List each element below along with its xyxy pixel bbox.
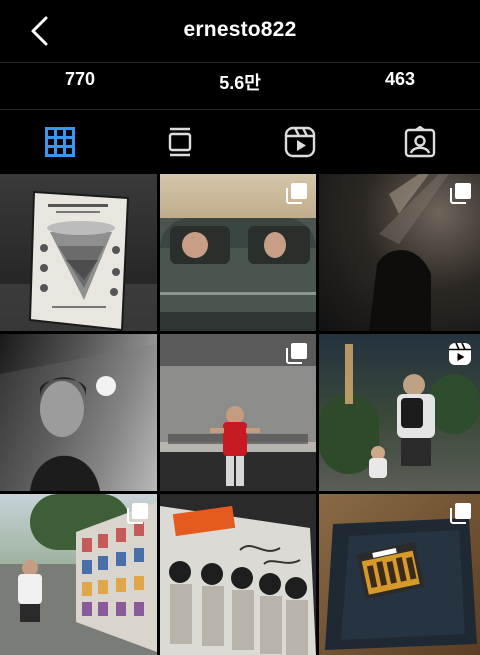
post-thumbnail-album[interactable] [160, 494, 316, 655]
multi-photo-icon [450, 502, 472, 524]
posts-count[interactable]: 770 [20, 69, 140, 90]
feed-icon [168, 127, 192, 157]
profile-header: ernesto822 [0, 0, 480, 62]
following-count[interactable]: 463 [340, 69, 460, 90]
tab-grid[interactable] [40, 124, 80, 160]
multi-photo-icon [450, 182, 472, 204]
profile-stats: 770 5.6만 463 [0, 64, 480, 108]
multi-photo-icon [127, 502, 149, 524]
post-thumbnail-poster[interactable] [0, 174, 157, 331]
tagged-icon [404, 126, 436, 158]
post-thumbnail-car[interactable] [160, 174, 316, 331]
reels-icon [284, 126, 316, 158]
posts-grid [0, 174, 480, 655]
grid-icon [45, 127, 75, 157]
followers-count[interactable]: 5.6만 [180, 69, 300, 95]
tab-feed[interactable] [160, 124, 200, 160]
divider [0, 62, 480, 63]
tab-reels[interactable] [280, 124, 320, 160]
multi-photo-icon [286, 342, 308, 364]
post-thumbnail-package[interactable] [319, 494, 480, 655]
post-thumbnail-poster-wall[interactable] [0, 494, 157, 655]
profile-tabs [0, 110, 480, 172]
post-thumbnail-street-walk[interactable] [319, 334, 480, 491]
username: ernesto822 [183, 18, 297, 41]
tab-tagged[interactable] [400, 124, 440, 160]
reel-icon [448, 342, 472, 371]
multi-photo-icon [286, 182, 308, 204]
post-thumbnail-kitchen[interactable] [160, 334, 316, 491]
post-thumbnail-dark-curtain[interactable] [319, 174, 480, 331]
post-thumbnail-portrait[interactable] [0, 334, 157, 491]
